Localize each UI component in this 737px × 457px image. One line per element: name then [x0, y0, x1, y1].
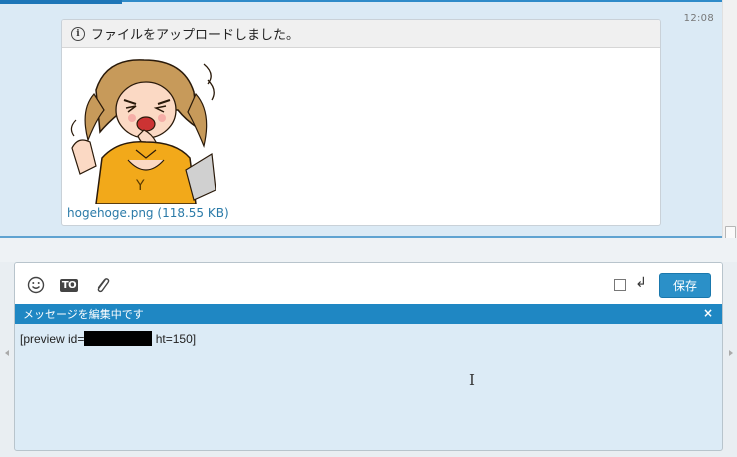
- message-timestamp: 12:08: [683, 13, 714, 24]
- image-thumbnail[interactable]: Y: [66, 50, 216, 204]
- close-icon[interactable]: ×: [703, 306, 713, 320]
- file-link[interactable]: hogehoge.png (118.55 KB): [67, 206, 229, 220]
- message-text-prefix: [preview id=: [20, 332, 85, 346]
- message-composer: TO ↲ 保存 メッセージを編集中です × [preview id= ht=15…: [14, 262, 723, 451]
- scroll-left-arrow-icon[interactable]: [5, 350, 9, 356]
- scroll-right-arrow-icon[interactable]: [729, 350, 733, 356]
- file-size: (118.55 KB): [157, 206, 229, 220]
- timeline-scrollbar[interactable]: [722, 0, 737, 260]
- save-button[interactable]: 保存: [659, 273, 711, 298]
- message-header-text: ファイルをアップロードしました。: [91, 28, 300, 43]
- editing-banner-text: メッセージを編集中です: [23, 308, 144, 321]
- to-label: TO: [59, 278, 79, 292]
- file-upload-message: i ファイルをアップロードしました。 Y hogehoge.png (118.5…: [61, 19, 661, 226]
- file-name[interactable]: hogehoge.png: [67, 206, 154, 220]
- smiley-icon[interactable]: [26, 276, 46, 294]
- text-cursor-icon: I: [469, 371, 475, 389]
- message-header: i ファイルをアップロードしました。: [62, 20, 660, 48]
- message-input[interactable]: [preview id= ht=150] I: [15, 324, 722, 450]
- info-icon: i: [71, 26, 85, 41]
- enter-to-send-checkbox[interactable]: [614, 279, 626, 291]
- active-tab-indicator: [0, 0, 122, 4]
- to-mention-icon[interactable]: TO: [59, 276, 79, 294]
- pane-divider[interactable]: [0, 238, 737, 262]
- editing-banner: メッセージを編集中です ×: [15, 304, 722, 324]
- enter-arrow-icon: ↲: [635, 275, 647, 291]
- svg-text:Y: Y: [135, 178, 145, 194]
- chat-timeline: 12:08 i ファイルをアップロードしました。 Y hogehoge.png …: [0, 0, 722, 238]
- redacted-block: [84, 331, 153, 346]
- paperclip-icon[interactable]: [92, 276, 112, 294]
- composer-toolbar: TO ↲ 保存: [15, 263, 722, 304]
- message-text-suffix: ht=150]: [152, 332, 197, 346]
